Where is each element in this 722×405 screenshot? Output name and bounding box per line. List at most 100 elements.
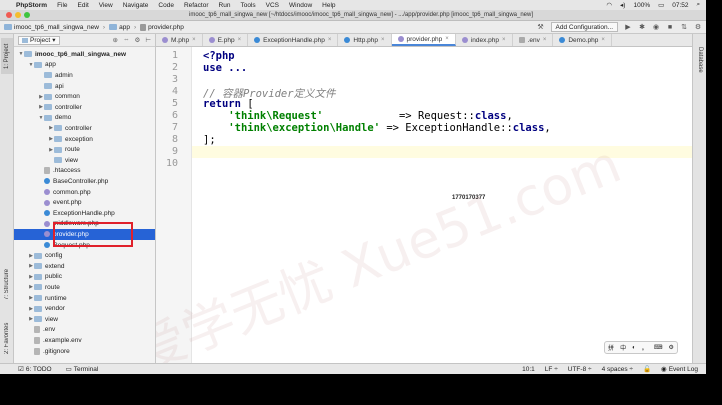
tree-folder[interactable]: ▶ view — [14, 314, 155, 325]
zoom-window-button[interactable] — [24, 12, 30, 18]
run-icon[interactable]: ▶ — [624, 23, 632, 31]
use-folded[interactable]: use ... — [203, 62, 247, 74]
menu-view[interactable]: View — [99, 2, 113, 9]
tree-folder[interactable]: ▶ route — [14, 282, 155, 293]
tree-folder[interactable]: ▶ runtime — [14, 293, 155, 304]
app-name-menu[interactable]: PhpStorm — [16, 2, 47, 9]
wifi-icon[interactable]: ◠ — [606, 1, 612, 9]
locate-icon[interactable]: ⊕ — [113, 36, 118, 44]
tree-file[interactable]: .gitignore — [14, 346, 155, 357]
code-editor[interactable]: 1 2 3 4 5 6 7 8 9 10 <?php use ... // 容器Provider定… — [156, 47, 692, 363]
breadcrumb-file[interactable]: provider.php — [140, 23, 184, 31]
menu-refactor[interactable]: Refactor — [184, 2, 209, 9]
search-icon[interactable]: ⌕ — [697, 1, 701, 9]
hammer-icon[interactable]: ⚒ — [537, 23, 545, 31]
editor-tab[interactable]: provider.php × — [391, 34, 456, 46]
editor-tab[interactable]: index.php × — [456, 34, 513, 46]
tree-folder[interactable]: ▶ config — [14, 250, 155, 261]
ime-button[interactable]: 。 — [642, 343, 648, 352]
tool-tab-database[interactable]: Database — [694, 40, 706, 80]
menu-edit[interactable]: Edit — [78, 2, 89, 9]
hide-icon[interactable]: ⊢ — [145, 36, 151, 44]
caret-position[interactable]: 10:1 — [522, 366, 535, 373]
indent-setting[interactable]: 4 spaces ÷ — [602, 366, 633, 373]
ime-button[interactable]: ◐ — [632, 345, 636, 351]
tree-file[interactable]: .env — [14, 325, 155, 336]
collapse-all-icon[interactable]: ⇔ — [123, 36, 130, 44]
tool-tab-project[interactable]: 1: Project — [1, 38, 13, 74]
event-log-button[interactable]: ◉ Event Log — [661, 365, 698, 374]
stop-icon[interactable]: ■ — [666, 23, 674, 31]
close-icon[interactable]: × — [192, 37, 196, 43]
editor-tab[interactable]: Http.php × — [338, 34, 392, 46]
tree-item-label: app — [45, 61, 56, 69]
tree-file[interactable]: .example.env — [14, 335, 155, 346]
tree-folder[interactable]: api — [14, 81, 155, 92]
clock[interactable]: 07:52 — [672, 2, 688, 9]
tree-file[interactable]: .htaccess — [14, 166, 155, 177]
close-icon[interactable]: × — [502, 37, 506, 43]
tool-tab-structure[interactable]: 7: Structure — [1, 262, 13, 306]
tree-folder[interactable]: ▶ exception — [14, 134, 155, 145]
vcs-icon[interactable]: ⇅ — [680, 23, 688, 31]
tree-file[interactable]: ExceptionHandle.php — [14, 208, 155, 219]
tree-folder[interactable]: ▼ app — [14, 60, 155, 71]
close-icon[interactable]: × — [381, 37, 385, 43]
close-icon[interactable]: × — [543, 37, 547, 43]
close-window-button[interactable] — [6, 12, 12, 18]
menu-help[interactable]: Help — [322, 2, 335, 9]
folder-icon — [34, 316, 42, 323]
close-icon[interactable]: × — [328, 37, 332, 43]
tree-folder[interactable]: ▼ imooc_tp6_mall_singwa_new — [14, 49, 155, 60]
close-icon[interactable]: × — [445, 36, 449, 42]
editor-tab[interactable]: .env × — [513, 34, 554, 46]
volume-icon[interactable]: ◂) — [620, 1, 625, 9]
settings-icon[interactable]: ⚙ — [694, 23, 702, 31]
project-view-select[interactable]: Project ▾ — [18, 35, 60, 45]
debug-icon[interactable]: ✱ — [638, 23, 646, 31]
ime-button[interactable]: 拼 — [608, 343, 614, 352]
close-icon[interactable]: × — [238, 37, 242, 43]
editor-tab[interactable]: ExceptionHandle.php × — [248, 34, 339, 46]
tree-folder[interactable]: ▼ demo — [14, 113, 155, 124]
menu-run[interactable]: Run — [219, 2, 231, 9]
tree-folder[interactable]: view — [14, 155, 155, 166]
tree-file[interactable]: common.php — [14, 187, 155, 198]
tree-folder[interactable]: ▶ vendor — [14, 303, 155, 314]
gear-icon[interactable]: ⚙ — [135, 36, 141, 44]
menu-vcs[interactable]: VCS — [266, 2, 279, 9]
menu-code[interactable]: Code — [158, 2, 174, 9]
tree-folder[interactable]: ▶ public — [14, 272, 155, 283]
todo-tool-button[interactable]: ☑ 6: TODO — [18, 365, 52, 374]
battery-percent[interactable]: 100% — [633, 2, 650, 9]
menu-tools[interactable]: Tools — [240, 2, 255, 9]
menu-file[interactable]: File — [57, 2, 67, 9]
editor-tab[interactable]: E.php × — [203, 34, 249, 46]
breadcrumb-project[interactable]: imooc_tp6_mall_singwa_new — [4, 24, 99, 31]
file-encoding[interactable]: UTF-8 ÷ — [568, 366, 592, 373]
run-configuration-select[interactable]: Add Configuration... — [550, 22, 618, 32]
tree-folder[interactable]: admin — [14, 70, 155, 81]
ime-button[interactable]: ⚙ — [669, 344, 674, 351]
tree-file[interactable]: event.php — [14, 197, 155, 208]
tree-folder[interactable]: ▶ common — [14, 91, 155, 102]
tree-folder[interactable]: ▶ route — [14, 144, 155, 155]
coverage-icon[interactable]: ◉ — [652, 23, 660, 31]
minimize-window-button[interactable] — [15, 12, 21, 18]
menu-navigate[interactable]: Navigate — [123, 2, 149, 9]
editor-tab[interactable]: Demo.php × — [553, 34, 612, 46]
close-icon[interactable]: × — [601, 37, 605, 43]
terminal-tool-button[interactable]: ▭ Terminal — [66, 365, 99, 374]
tree-folder[interactable]: ▶ controller — [14, 123, 155, 134]
tool-tab-favorites[interactable]: 2: Favorites — [1, 316, 13, 360]
line-separator[interactable]: LF ÷ — [545, 366, 558, 373]
ime-button[interactable]: 中 — [620, 343, 626, 352]
lock-icon[interactable]: 🔓 — [643, 365, 651, 373]
tree-folder[interactable]: ▶ extend — [14, 261, 155, 272]
breadcrumb-app[interactable]: app — [109, 24, 130, 31]
menu-window[interactable]: Window — [289, 2, 312, 9]
ime-button[interactable]: ⌨ — [654, 344, 663, 351]
tree-file[interactable]: BaseController.php — [14, 176, 155, 187]
tree-folder[interactable]: ▶ controller — [14, 102, 155, 113]
editor-tab[interactable]: M.php × — [156, 34, 203, 46]
